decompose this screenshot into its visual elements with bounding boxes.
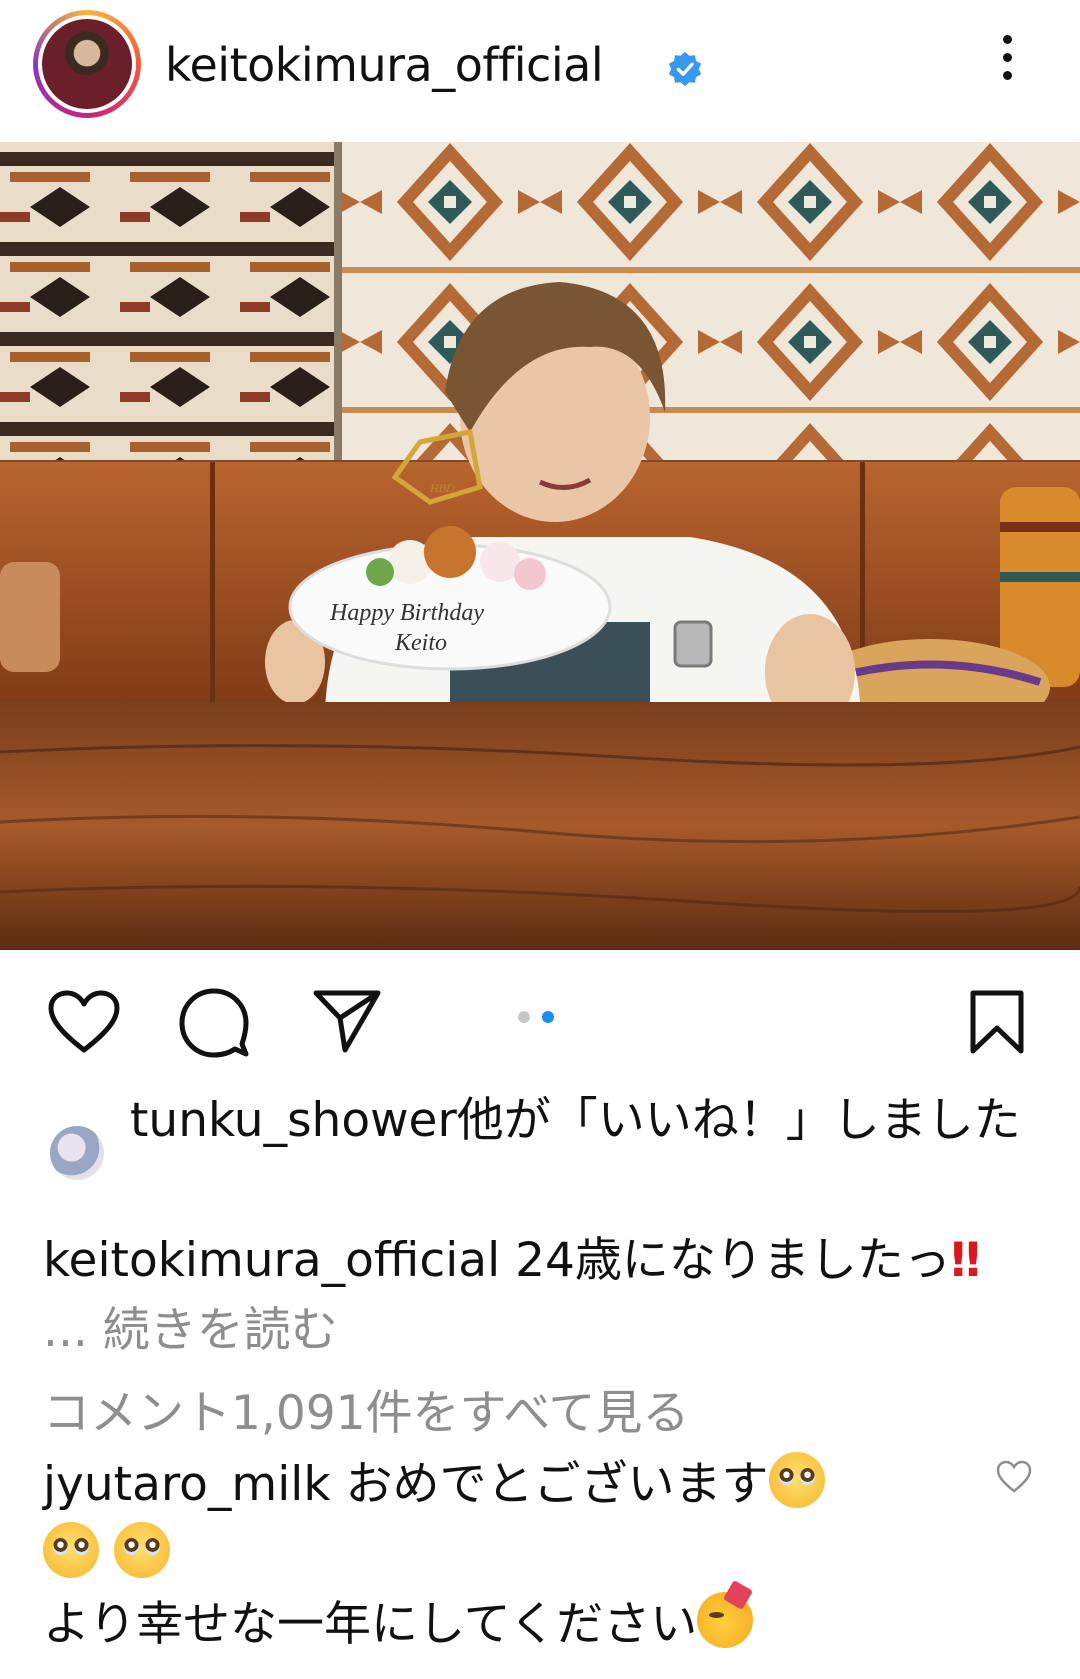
post-caption: keitokimura_official 24歳になりましたっ‼ ... 続きを… [43,1226,1003,1366]
pleading-face-icon [43,1522,99,1578]
read-more-link[interactable]: 続きを読む [103,1303,338,1358]
liker-avatar [48,1124,106,1182]
double-exclamation-icon: ‼ [950,1233,981,1288]
caption-ellipsis: ... [43,1303,88,1358]
story-ring[interactable] [33,10,141,118]
likes-text: tunku_shower他が「いいね！」しました [130,1093,1021,1148]
comment-text-line1: おめでとございます [345,1457,769,1512]
post-username[interactable]: keitokimura_official [165,38,604,92]
pleading-face-icon [768,1452,825,1508]
plate-text-line1: Happy Birthday [329,600,484,626]
plate-text-line2: Keito [394,630,447,656]
save-bookmark-icon[interactable] [968,988,1026,1056]
partying-face-icon [697,1592,754,1648]
like-heart-icon[interactable] [48,990,120,1054]
view-all-comments-link[interactable]: コメント1,091件をすべて見る [43,1374,689,1443]
comment-like-heart-icon[interactable] [996,1460,1032,1494]
carousel-dot-2-active [542,1011,554,1023]
post-header: keitokimura_official [0,0,1080,142]
share-send-icon[interactable] [312,988,382,1054]
comment-bubble-icon[interactable] [178,988,250,1058]
more-options-icon[interactable] [996,35,1018,95]
verified-badge-icon [668,51,702,87]
carousel-dot-1 [518,1011,530,1023]
top-comment: jyutaro_milk おめでとございます より幸せな一年にしてください [43,1450,943,1660]
profile-avatar[interactable] [42,19,132,109]
caption-text: 24歳になりましたっ [515,1233,951,1288]
caption-username[interactable]: keitokimura_official [43,1233,500,1288]
post-photo[interactable]: HBD Happy Birthday Keito [0,142,1080,950]
carousel-indicator [518,1008,566,1027]
comment-username[interactable]: jyutaro_milk [43,1457,331,1512]
comment-text-line2: より幸せな一年にしてください [43,1597,698,1652]
cake-topper-text: HBD [429,481,455,495]
pleading-face-icon [113,1522,170,1578]
